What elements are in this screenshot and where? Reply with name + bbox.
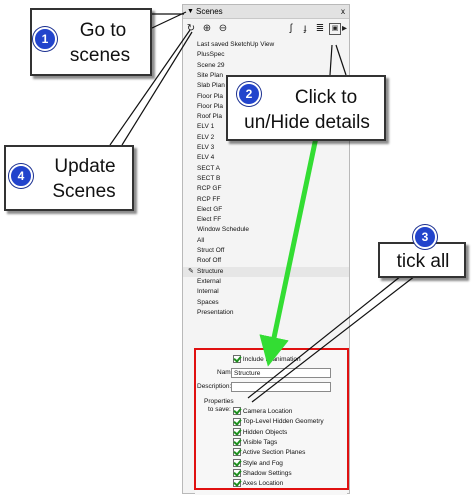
callout-1-line1: Go to — [79, 20, 127, 41]
callout-4-line1: Update — [54, 156, 116, 177]
step-1-badge: 1 — [33, 27, 57, 51]
callout-3-pointer-2 — [251, 275, 416, 403]
callout-4-line2: Scenes — [52, 181, 116, 202]
callout-3-line1: tick all — [396, 251, 450, 272]
tutorial-screenshot: ▼ Scenes x ↻ ⊕ ⊖ ʃ ɟ ≣ ▣ ▸ Last saved Sk… — [0, 0, 474, 495]
callout-2-pointer-2 — [335, 44, 347, 76]
step-4-badge: 4 — [9, 164, 33, 188]
step-3-badge: 3 — [413, 225, 437, 249]
callout-2-line2: un/Hide details — [244, 112, 370, 133]
callout-1-line2: scenes — [69, 45, 131, 66]
callout-2-pointer — [329, 44, 333, 76]
callout-2-line1: Click to — [294, 87, 358, 108]
step-2-badge: 2 — [237, 82, 261, 106]
green-arrow — [259, 127, 321, 367]
callout-3-pointer — [247, 275, 402, 399]
